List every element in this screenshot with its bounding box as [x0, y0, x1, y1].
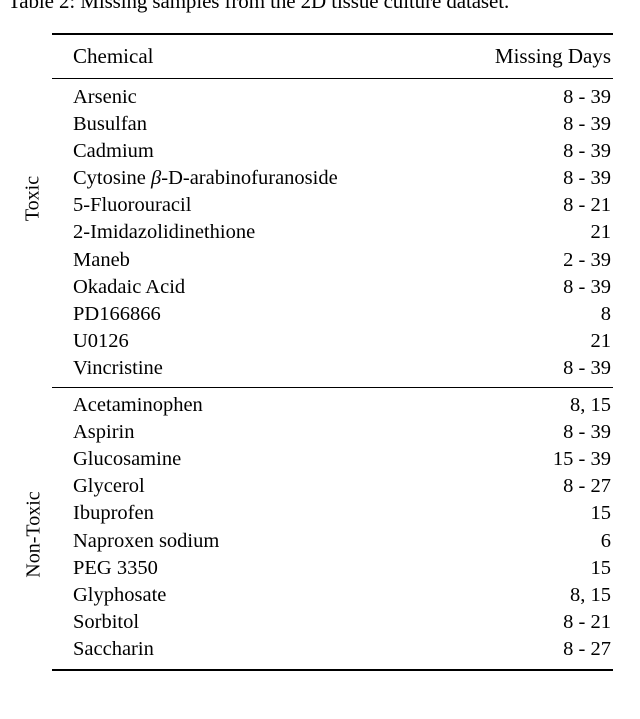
- cell-chemical: Busulfan: [73, 113, 148, 136]
- cell-chemical: Saccharin: [73, 637, 154, 660]
- cell-chemical: Glycerol: [73, 475, 145, 498]
- cell-missing-days: 15: [590, 502, 612, 525]
- table-row: Naproxen sodium 6: [52, 528, 613, 555]
- cell-chemical: PD166866: [73, 302, 161, 325]
- cell-missing-days: 8 - 39: [563, 421, 611, 444]
- cell-chemical: U0126: [73, 329, 129, 352]
- table-row: Cadmium 8 - 39: [52, 138, 613, 165]
- table-row: Okadaic Acid 8 - 39: [52, 274, 613, 301]
- missing-samples-table: Chemical Missing Days Arsenic 8 - 39 Bus…: [52, 33, 613, 671]
- cell-chemical: Okadaic Acid: [73, 275, 186, 298]
- cell-missing-days: 8 - 39: [563, 275, 611, 298]
- cell-missing-days: 15 - 39: [552, 448, 611, 471]
- group-non-toxic-rows: Acetaminophen 8, 15 Aspirin 8 - 39 Gluco…: [52, 392, 613, 663]
- cell-missing-days: 21: [590, 329, 612, 352]
- table-row: Saccharin 8 - 27: [52, 636, 613, 663]
- cell-missing-days: 8 - 21: [563, 610, 611, 633]
- table-row: Maneb 2 - 39: [52, 247, 613, 274]
- cell-chemical: Cadmium: [73, 140, 154, 163]
- cell-missing-days: 2 - 39: [563, 248, 611, 271]
- cell-missing-days: 15: [590, 556, 612, 579]
- cell-chemical: Naproxen sodium: [73, 529, 220, 552]
- cell-missing-days: 8 - 39: [563, 86, 611, 108]
- table-row: Sorbitol 8 - 21: [52, 609, 613, 636]
- cell-missing-days: 21: [590, 221, 612, 244]
- table-row: 2-Imidazolidinethione 21: [52, 219, 613, 246]
- table-row: Glucosamine 15 - 39: [52, 446, 613, 473]
- table-row: Cytosine β-D-arabinofuranoside 8 - 39: [52, 165, 613, 192]
- table-row: 5-Fluorouracil 8 - 21: [52, 192, 613, 219]
- cell-chemical: Glyphosate: [73, 583, 167, 606]
- cell-missing-days: 8 - 27: [563, 475, 611, 498]
- group-label-toxic: Toxic: [21, 175, 44, 222]
- cell-chemical-suffix: -D-arabinofuranoside: [161, 167, 338, 190]
- group-toxic-rows: Arsenic 8 - 39 Busulfan 8 - 39 Cadmium 8…: [52, 84, 613, 382]
- cell-chemical: PEG 3350: [73, 556, 158, 579]
- cell-chemical: Sorbitol: [73, 610, 140, 633]
- table-row: Vincristine 8 - 39: [52, 355, 613, 382]
- cell-chemical: Glucosamine: [73, 448, 182, 471]
- table-row: Arsenic 8 - 39: [52, 84, 613, 111]
- table-row: Busulfan 8 - 39: [52, 111, 613, 138]
- cell-chemical: Aspirin: [73, 421, 135, 444]
- cell-missing-days: 8 - 21: [563, 194, 611, 217]
- column-header-missing-days: Missing Days: [494, 44, 611, 68]
- table-row: Glycerol 8 - 27: [52, 473, 613, 500]
- greek-beta-glyph: β: [151, 167, 162, 190]
- table-row: Ibuprofen 15: [52, 500, 613, 527]
- cell-missing-days: 8, 15: [570, 583, 611, 606]
- cell-chemical: 5-Fluorouracil: [73, 194, 192, 217]
- cell-missing-days: 8, 15: [570, 394, 611, 417]
- cell-chemical: Acetaminophen: [73, 394, 203, 417]
- cell-chemical: Cytosine β-D-arabinofuranoside: [52, 165, 492, 192]
- cell-chemical: Arsenic: [73, 86, 137, 108]
- cell-missing-days: 8 - 39: [563, 113, 611, 136]
- cell-missing-days: 6: [600, 529, 611, 552]
- cell-chemical-prefix: Cytosine: [73, 167, 152, 190]
- cell-chemical: Ibuprofen: [73, 502, 154, 525]
- group-label-non-toxic: Non-Toxic: [22, 491, 45, 578]
- cell-chemical: Vincristine: [73, 356, 163, 379]
- table-row: PD166866 8: [52, 301, 613, 328]
- column-header-chemical: Chemical: [73, 44, 154, 68]
- header-row: Chemical Missing Days: [52, 35, 613, 78]
- table-header: Chemical Missing Days: [52, 35, 613, 78]
- table-row: PEG 3350 15: [52, 555, 613, 582]
- cell-missing-days: 8: [600, 302, 611, 325]
- table-row: Glyphosate 8, 15: [52, 582, 613, 609]
- cell-missing-days: 8 - 39: [563, 167, 611, 190]
- table-caption-clip: Table 2: Missing samples from the 2D tis…: [0, 0, 640, 16]
- cell-chemical: Maneb: [73, 248, 130, 271]
- table-row: Aspirin 8 - 39: [52, 419, 613, 446]
- table-bottom-rule: [52, 668, 613, 671]
- table-caption: Table 2: Missing samples from the 2D tis…: [8, 0, 510, 13]
- cell-missing-days: 8 - 27: [563, 637, 611, 660]
- table-row: Acetaminophen 8, 15: [52, 392, 613, 419]
- cell-missing-days: 8 - 39: [563, 356, 611, 379]
- cell-missing-days: 8 - 39: [563, 140, 611, 163]
- cell-chemical: 2-Imidazolidinethione: [73, 221, 256, 244]
- table-row: U0126 21: [52, 328, 613, 355]
